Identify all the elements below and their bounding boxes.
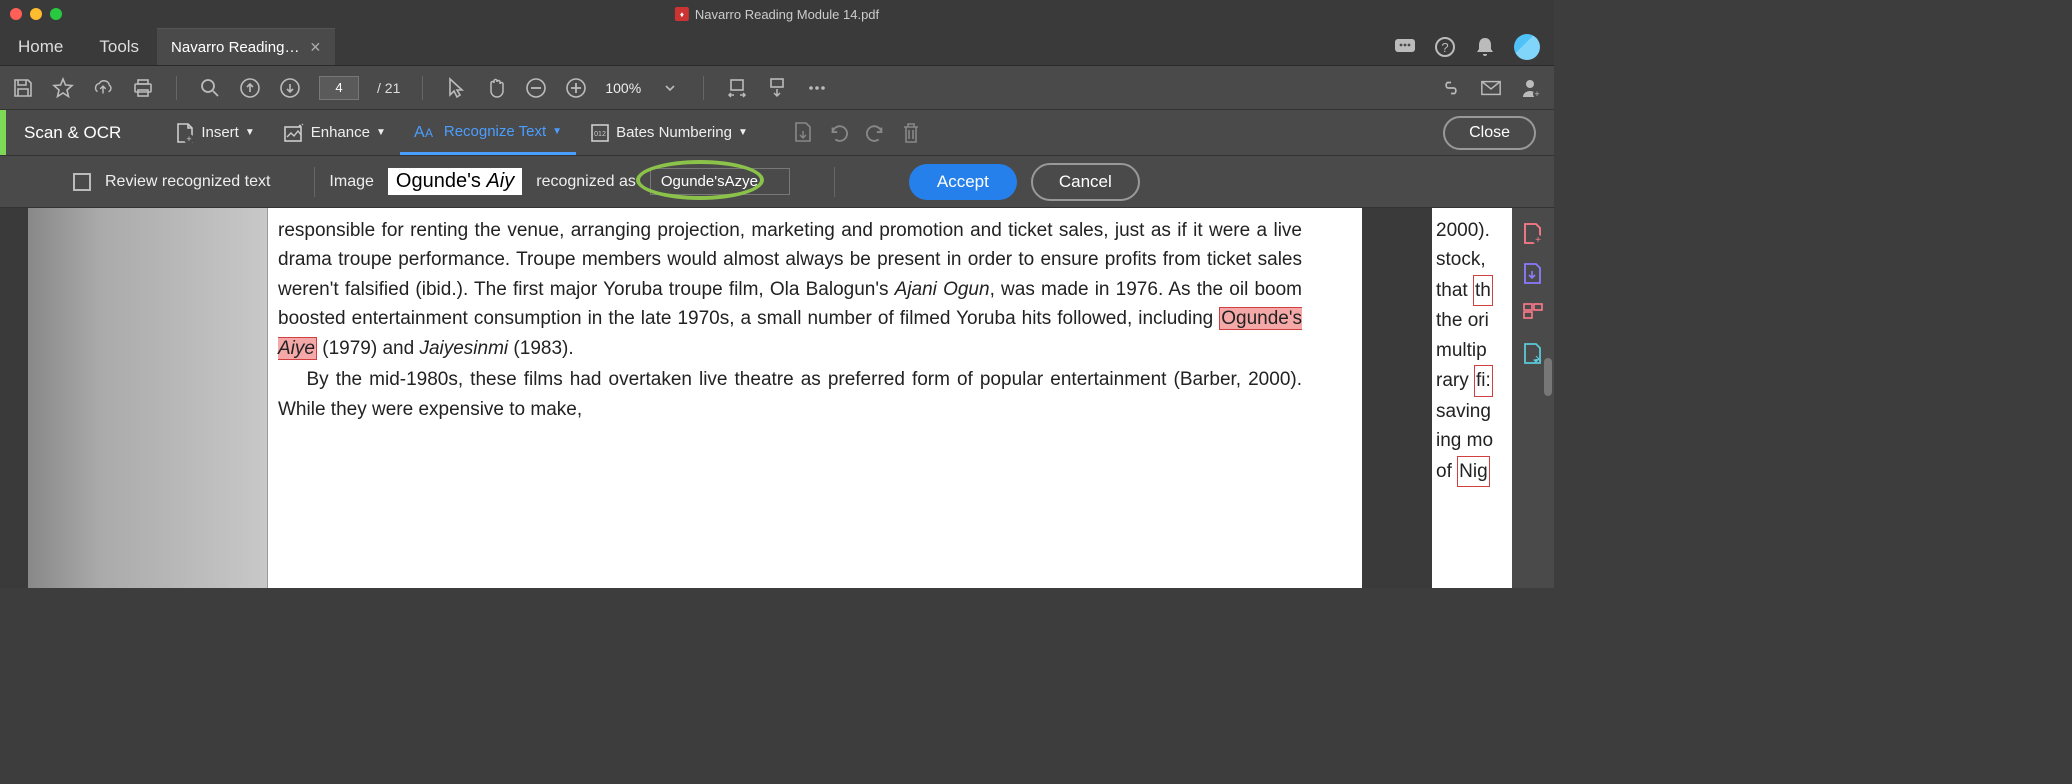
insert-menu[interactable]: + Insert▼ [161,110,268,155]
bell-icon[interactable] [1474,36,1496,58]
help-icon[interactable]: ? [1434,36,1456,58]
paragraph-1: responsible for renting the venue, arran… [278,216,1302,363]
close-window-button[interactable] [10,8,22,20]
accept-button[interactable]: Accept [909,164,1017,200]
pointer-icon[interactable] [445,77,467,99]
review-checkbox[interactable] [73,173,91,191]
svg-text:?: ? [1441,40,1448,55]
page-action-icon[interactable] [792,122,814,144]
zoom-in-icon[interactable] [565,77,587,99]
window-title: ♦ Navarro Reading Module 14.pdf [675,7,879,22]
scan-ocr-title: Scan & OCR [6,123,161,143]
bates-label: Bates Numbering [616,124,732,141]
maximize-window-button[interactable] [50,8,62,20]
rail-scrollbar[interactable] [1544,358,1552,396]
page-right-column: 2000). stock, that th the ori multip rar… [1432,208,1512,588]
close-tab-icon[interactable]: ✕ [309,39,321,56]
share-person-icon[interactable]: + [1520,77,1542,99]
print-icon[interactable] [132,77,154,99]
review-checkbox-label: Review recognized text [105,173,270,191]
paragraph-2: By the mid-1980s, these films had overta… [278,365,1302,424]
insert-page-icon: + [175,122,195,144]
window-controls [10,8,62,20]
svg-text:+: + [1534,89,1539,99]
organize-icon[interactable] [1522,302,1544,324]
redo-icon[interactable] [864,122,886,144]
svg-text:+: + [1535,235,1541,246]
tab-tools[interactable]: Tools [81,28,157,65]
svg-text:A: A [425,126,433,140]
page-up-icon[interactable] [239,77,261,99]
create-pdf-icon[interactable]: + [1522,222,1544,244]
trash-icon[interactable] [900,122,922,144]
zoom-out-icon[interactable] [525,77,547,99]
right-tool-rail: + [1512,208,1554,588]
page-content[interactable]: responsible for renting the venue, arran… [268,208,1362,588]
recognize-label: Recognize Text [444,123,546,140]
enhance-label: Enhance [311,124,370,141]
recognized-as-label: recognized as [536,173,636,191]
tabbar: Home Tools Navarro Reading… ✕ ? [0,28,1554,66]
close-ocr-button[interactable]: Close [1443,116,1536,150]
document-area: responsible for renting the venue, arran… [0,208,1554,588]
image-snippet: Ogunde's Aiy [388,168,522,195]
page-gap [1362,208,1432,588]
page-total-label: / 21 [377,80,400,96]
email-icon[interactable] [1480,77,1502,99]
tab-home[interactable]: Home [0,28,81,65]
page-left-margin [28,208,268,588]
page-number-input[interactable] [319,76,359,100]
undo-icon[interactable] [828,122,850,144]
ocr-suspect-box[interactable]: fi: [1474,365,1493,396]
ocr-suspect-box[interactable]: Nig [1457,456,1490,487]
zoom-value: 100% [605,80,641,96]
avatar[interactable] [1514,34,1540,60]
enhance-menu[interactable]: Enhance▼ [269,110,400,155]
star-icon[interactable] [52,77,74,99]
ocr-suspect-box[interactable]: th [1473,275,1493,306]
enhance-icon [283,123,305,143]
save-icon[interactable] [12,77,34,99]
scan-ocr-bar: Scan & OCR + Insert▼ Enhance▼ AA Recogni… [0,110,1554,156]
pdf-icon: ♦ [675,7,689,21]
scroll-mode-icon[interactable] [766,77,788,99]
recognized-text-wrap [650,168,790,195]
bates-numbering-menu[interactable]: 012 Bates Numbering▼ [576,110,762,155]
image-label: Image [329,173,373,191]
svg-text:+: + [187,134,192,144]
left-gutter [0,208,28,588]
svg-text:012: 012 [594,131,606,138]
cloud-upload-icon[interactable] [92,77,114,99]
search-icon[interactable] [199,77,221,99]
zoom-chevron-down-icon[interactable] [659,77,681,99]
page-down-icon[interactable] [279,77,301,99]
tabbar-right: ? [1394,28,1554,65]
minimize-window-button[interactable] [30,8,42,20]
hand-icon[interactable] [485,77,507,99]
tab-document[interactable]: Navarro Reading… ✕ [157,28,335,65]
insert-label: Insert [201,124,239,141]
main-toolbar: / 21 100% + [0,66,1554,110]
titlebar: ♦ Navarro Reading Module 14.pdf [0,0,1554,28]
more-icon[interactable] [806,77,828,99]
bates-icon: 012 [590,123,610,143]
svg-text:A: A [414,124,425,140]
cancel-button[interactable]: Cancel [1031,163,1140,201]
fit-width-icon[interactable] [726,77,748,99]
review-bar: Review recognized text Image Ogunde's Ai… [0,156,1554,208]
edit-pdf-icon[interactable] [1522,342,1544,364]
window-title-text: Navarro Reading Module 14.pdf [695,7,879,22]
chat-icon[interactable] [1394,36,1416,58]
recognize-text-menu[interactable]: AA Recognize Text▼ [400,110,576,155]
tab-document-label: Navarro Reading… [171,39,299,56]
recognize-text-icon: AA [414,122,438,140]
link-icon[interactable] [1440,77,1462,99]
export-pdf-icon[interactable] [1522,262,1544,284]
recognized-text-input[interactable] [650,168,790,195]
